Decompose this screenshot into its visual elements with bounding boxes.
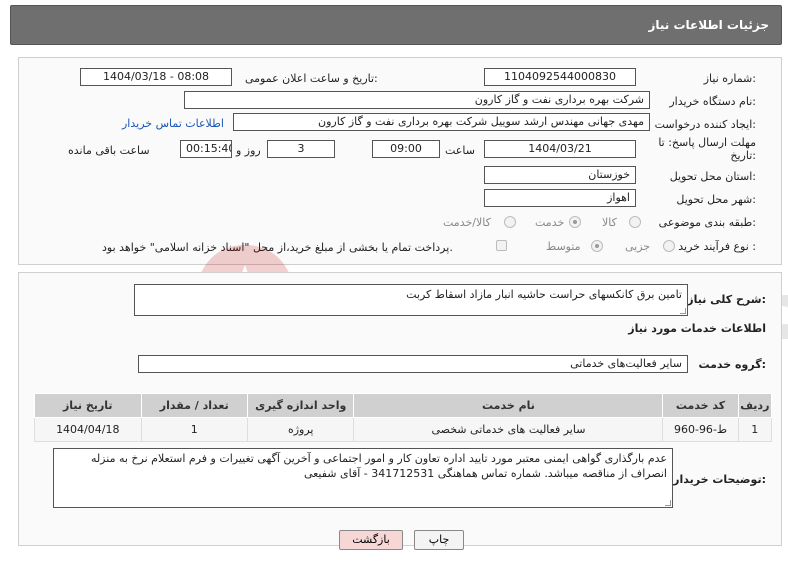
process-radio-medium[interactable] <box>591 240 603 252</box>
process-radio-minor[interactable] <box>663 240 675 252</box>
days-field: 3 <box>267 140 335 158</box>
category-radio-goods-service[interactable] <box>504 216 516 228</box>
summary-text: تامین برق کانکسهای حراست حاشیه انبار ماز… <box>406 288 682 301</box>
announce-field: 1404/03/18 - 08:08 <box>80 68 232 86</box>
province-field: خوزستان <box>484 166 636 184</box>
category-option-goods: کالا <box>602 216 617 229</box>
city-field: اهواز <box>484 189 636 207</box>
remaining-label: ساعت باقی مانده <box>68 144 150 157</box>
buyer-notes-text: عدم بارگذاری گواهی ایمنی معتبر مورد تایی… <box>90 452 667 480</box>
need-number-label: شماره نیاز: <box>703 72 756 85</box>
process-option-medium: متوسط <box>546 240 581 253</box>
buyer-org-field: شرکت بهره برداری نفت و گاز کارون <box>184 91 650 109</box>
buyer-contact-link[interactable]: اطلاعات تماس خریدار <box>122 117 224 130</box>
back-button[interactable]: بازگشت <box>339 530 403 550</box>
province-label: استان محل تحویل: <box>669 170 756 183</box>
print-button[interactable]: چاپ <box>414 530 464 550</box>
creator-label: ایجاد کننده درخواست: <box>654 118 756 131</box>
category-radio-service[interactable] <box>569 216 581 228</box>
need-number-field: 1104092544000830 <box>484 68 636 86</box>
remaining-time-field: 00:15:40 <box>180 140 232 158</box>
deadline-date-field: 1404/03/21 <box>484 140 636 158</box>
col-header-date: تاریخ نیاز <box>34 393 142 418</box>
services-section-title: اطلاعات خدمات مورد نیاز <box>628 322 766 335</box>
buyer-notes-label: توضیحات خریدار: <box>673 473 766 486</box>
payment-treasury-checkbox[interactable] <box>496 240 507 251</box>
col-header-row: ردیف <box>737 393 773 418</box>
table-header-row: ردیف کد خدمت نام خدمت واحد اندازه گیری ت… <box>34 393 773 418</box>
service-group-field: سایر فعالیت‌های خدماتی <box>138 355 688 373</box>
deadline-time-field: 09:00 <box>372 140 440 158</box>
col-header-code: کد خدمت <box>662 393 739 418</box>
creator-field: مهدی جهانی مهندس ارشد سوییل شرکت بهره بر… <box>233 113 650 131</box>
cell-service-name: سایر فعالیت های خدماتی شخصی <box>353 417 664 442</box>
payment-note: پرداخت تمام یا بخشی از مبلغ خرید،از محل … <box>102 241 453 254</box>
summary-textarea: تامین برق کانکسهای حراست حاشیه انبار ماز… <box>134 284 688 316</box>
resize-handle[interactable] <box>680 308 686 314</box>
page-header: جزئیات اطلاعات نیاز <box>10 5 782 45</box>
page-title: جزئیات اطلاعات نیاز <box>648 18 769 32</box>
service-group-label: گروه خدمت: <box>698 358 766 371</box>
cell-row-number: 1 <box>737 417 773 442</box>
col-header-qty: تعداد / مقدار <box>140 393 249 418</box>
buyer-notes-textarea: عدم بارگذاری گواهی ایمنی معتبر مورد تایی… <box>53 448 673 508</box>
col-header-name: نام خدمت <box>353 393 664 418</box>
category-option-service: خدمت <box>535 216 565 229</box>
services-table: ردیف کد خدمت نام خدمت واحد اندازه گیری ت… <box>34 393 773 442</box>
days-label: روز و <box>236 144 261 157</box>
cell-quantity: 1 <box>140 417 249 442</box>
announce-label: تاریخ و ساعت اعلان عمومی: <box>245 72 378 85</box>
deadline-time-label: ساعت <box>445 144 475 157</box>
city-label: شهر محل تحویل: <box>676 193 756 206</box>
cell-unit: پروژه <box>246 417 355 442</box>
category-option-goods-service: کالا/خدمت <box>443 216 491 229</box>
category-radio-goods[interactable] <box>629 216 641 228</box>
summary-label: شرح کلی نیاز: <box>687 293 766 306</box>
deadline-label: مهلت ارسال پاسخ: تا تاریخ: <box>658 136 756 162</box>
col-header-unit: واحد اندازه گیری <box>246 393 355 418</box>
table-row: 1 ط-96-960 سایر فعالیت های خدماتی شخصی پ… <box>34 417 773 442</box>
notes-resize-handle[interactable] <box>665 500 671 506</box>
category-label: طبقه بندی موضوعی: <box>658 216 756 229</box>
process-option-minor: جزیی <box>625 240 651 253</box>
process-label: نوع فرآیند خرید : <box>678 240 756 253</box>
buyer-org-label: نام دستگاه خریدار: <box>669 95 756 108</box>
cell-service-code: ط-96-960 <box>662 417 739 442</box>
cell-need-date: 1404/04/18 <box>34 417 142 442</box>
